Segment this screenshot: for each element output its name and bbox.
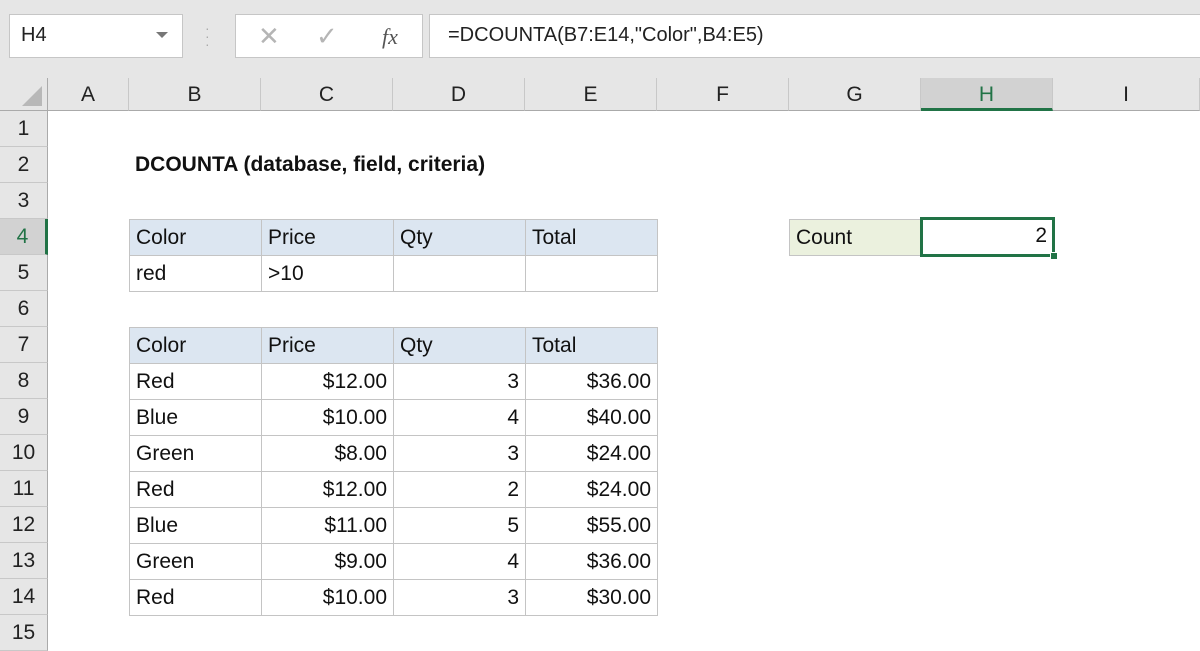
row-header-2[interactable]: 2 bbox=[0, 147, 48, 183]
fill-handle[interactable] bbox=[1050, 252, 1058, 260]
database-cell[interactable]: 2 bbox=[393, 471, 526, 508]
formula-bar-input[interactable]: =DCOUNTA(B7:E14,"Color",B4:E5) bbox=[429, 14, 1200, 58]
database-cell[interactable]: $24.00 bbox=[525, 435, 658, 472]
database-cell[interactable]: $8.00 bbox=[261, 435, 394, 472]
row-header-1[interactable]: 1 bbox=[0, 111, 48, 147]
database-cell[interactable]: Blue bbox=[129, 399, 262, 436]
cancel-icon[interactable]: ✕ bbox=[258, 21, 280, 52]
database-cell[interactable]: $12.00 bbox=[261, 471, 394, 508]
database-cell[interactable]: $30.00 bbox=[525, 579, 658, 616]
row-header-7[interactable]: 7 bbox=[0, 327, 48, 363]
database-cell[interactable]: $12.00 bbox=[261, 363, 394, 400]
database-header-cell[interactable]: Color bbox=[129, 327, 262, 364]
sheet-title: DCOUNTA (database, field, criteria) bbox=[135, 153, 486, 176]
database-cell[interactable]: Green bbox=[129, 543, 262, 580]
row-header-12[interactable]: 12 bbox=[0, 507, 48, 543]
database-cell[interactable]: $9.00 bbox=[261, 543, 394, 580]
column-header-b[interactable]: B bbox=[129, 78, 261, 111]
row-header-5[interactable]: 5 bbox=[0, 255, 48, 291]
column-header-c[interactable]: C bbox=[261, 78, 393, 111]
row-header-13[interactable]: 13 bbox=[0, 543, 48, 579]
database-header-cell[interactable]: Total bbox=[525, 327, 658, 364]
formula-buttons: ✕ ✓ fx bbox=[235, 14, 423, 58]
database-cell[interactable]: $24.00 bbox=[525, 471, 658, 508]
database-cell[interactable]: $36.00 bbox=[525, 363, 658, 400]
column-header-g[interactable]: G bbox=[789, 78, 921, 111]
count-result-cell[interactable]: 2 bbox=[920, 217, 1055, 257]
database-cell[interactable]: Green bbox=[129, 435, 262, 472]
database-cell[interactable]: 3 bbox=[393, 579, 526, 616]
database-cell[interactable]: 3 bbox=[393, 435, 526, 472]
row-header-6[interactable]: 6 bbox=[0, 291, 48, 327]
criteria-header-cell[interactable]: Total bbox=[525, 219, 658, 256]
database-cell[interactable]: $40.00 bbox=[525, 399, 658, 436]
database-cell[interactable]: Blue bbox=[129, 507, 262, 544]
column-header-d[interactable]: D bbox=[393, 78, 525, 111]
criteria-value-cell[interactable] bbox=[393, 255, 526, 292]
column-header-e[interactable]: E bbox=[525, 78, 657, 111]
column-header-i[interactable]: I bbox=[1053, 78, 1200, 111]
column-header-h[interactable]: H bbox=[921, 78, 1053, 111]
name-box[interactable]: H4 bbox=[9, 14, 183, 58]
row-header-11[interactable]: 11 bbox=[0, 471, 48, 507]
database-cell[interactable]: 5 bbox=[393, 507, 526, 544]
database-cell[interactable]: $10.00 bbox=[261, 399, 394, 436]
database-cell[interactable]: Red bbox=[129, 471, 262, 508]
database-cell[interactable]: Red bbox=[129, 579, 262, 616]
select-all-button[interactable] bbox=[0, 78, 48, 111]
column-header-a[interactable]: A bbox=[48, 78, 129, 111]
database-cell[interactable]: 3 bbox=[393, 363, 526, 400]
grip-icon[interactable]: · · · bbox=[205, 21, 210, 51]
database-cell[interactable]: 4 bbox=[393, 543, 526, 580]
database-cell[interactable]: $55.00 bbox=[525, 507, 658, 544]
database-cell[interactable]: $11.00 bbox=[261, 507, 394, 544]
row-header-9[interactable]: 9 bbox=[0, 399, 48, 435]
row-header-3[interactable]: 3 bbox=[0, 183, 48, 219]
criteria-value-cell[interactable]: red bbox=[129, 255, 262, 292]
column-header-f[interactable]: F bbox=[657, 78, 789, 111]
check-icon[interactable]: ✓ bbox=[316, 21, 338, 52]
database-cell[interactable]: $36.00 bbox=[525, 543, 658, 580]
insert-function-icon[interactable]: fx bbox=[382, 24, 398, 50]
chevron-down-icon[interactable] bbox=[156, 32, 168, 38]
row-header-4[interactable]: 4 bbox=[0, 219, 48, 255]
criteria-header-cell[interactable]: Qty bbox=[393, 219, 526, 256]
count-label[interactable]: Count bbox=[789, 219, 922, 256]
criteria-header-cell[interactable]: Price bbox=[261, 219, 394, 256]
criteria-value-cell[interactable] bbox=[525, 255, 658, 292]
database-header-cell[interactable]: Price bbox=[261, 327, 394, 364]
row-header-10[interactable]: 10 bbox=[0, 435, 48, 471]
database-cell[interactable]: $10.00 bbox=[261, 579, 394, 616]
criteria-header-cell[interactable]: Color bbox=[129, 219, 262, 256]
name-box-value: H4 bbox=[21, 24, 47, 46]
formula-toolbar: H4 · · · ✕ ✓ fx =DCOUNTA(B7:E14,"Color",B4… bbox=[0, 0, 1200, 78]
database-cell[interactable]: Red bbox=[129, 363, 262, 400]
row-header-14[interactable]: 14 bbox=[0, 579, 48, 615]
database-header-cell[interactable]: Qty bbox=[393, 327, 526, 364]
criteria-value-cell[interactable]: >10 bbox=[261, 255, 394, 292]
row-header-8[interactable]: 8 bbox=[0, 363, 48, 399]
database-cell[interactable]: 4 bbox=[393, 399, 526, 436]
row-header-15[interactable]: 15 bbox=[0, 615, 48, 651]
